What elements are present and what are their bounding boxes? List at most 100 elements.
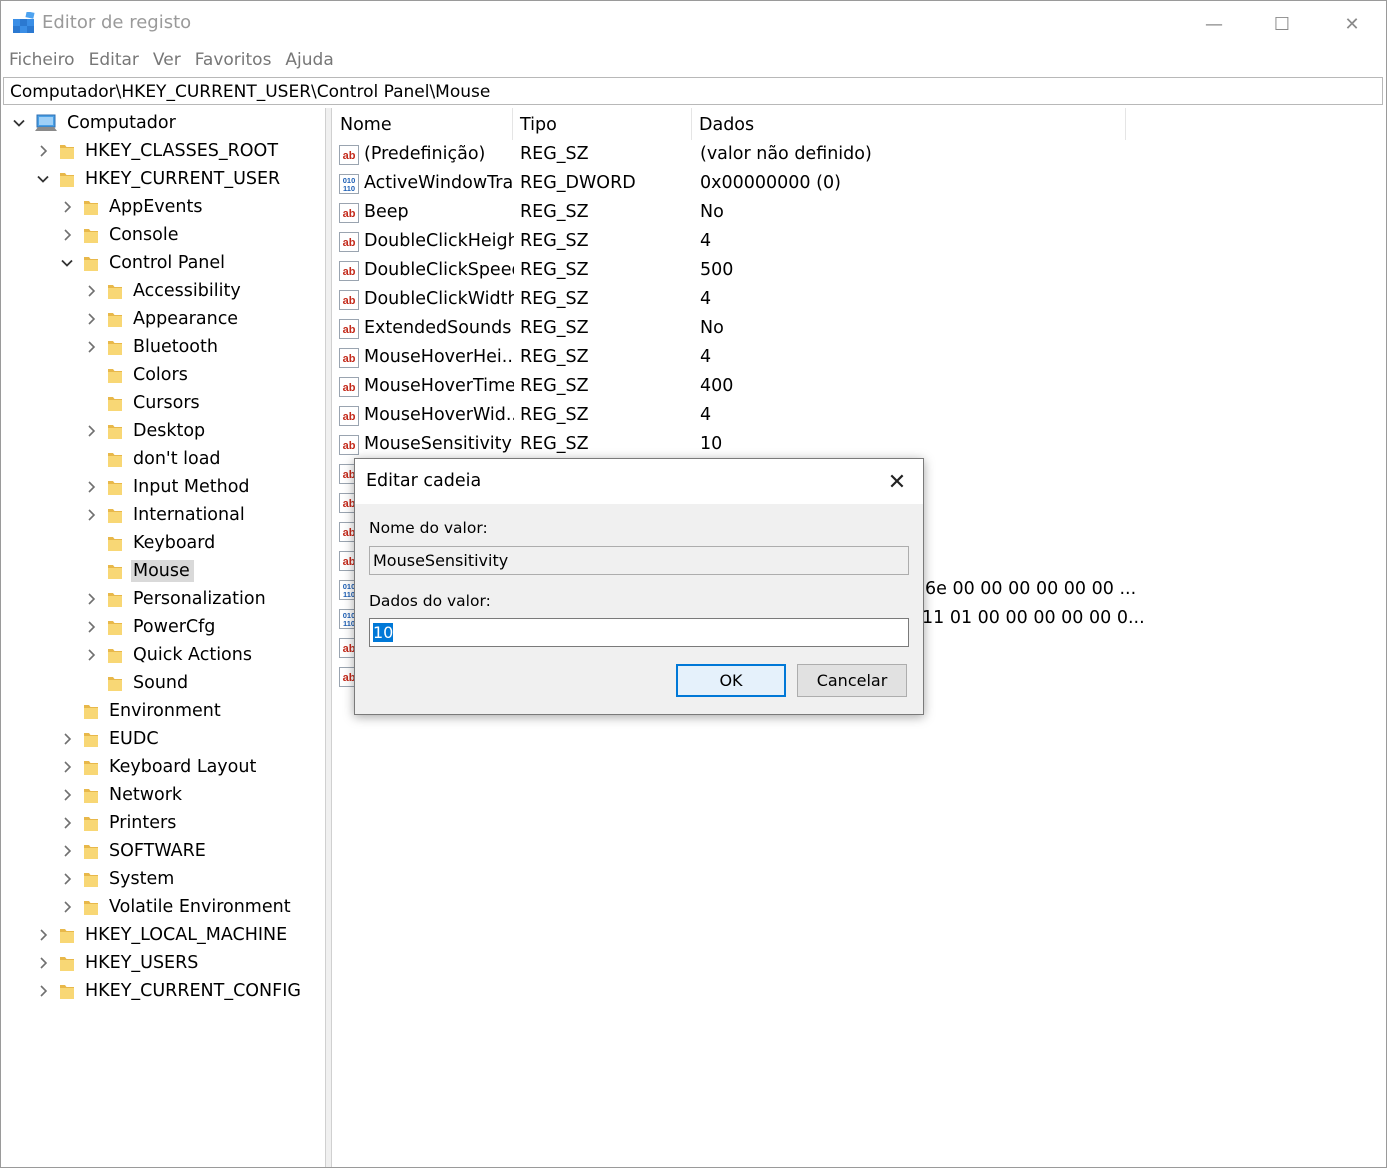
minimize-button[interactable]: —: [1179, 1, 1249, 47]
tree-item[interactable]: Keyboard Layout: [59, 753, 260, 781]
tree-item[interactable]: Network: [59, 781, 186, 809]
tree-item[interactable]: AppEvents: [59, 193, 206, 221]
value-row[interactable]: ab Beep REG_SZ No: [333, 199, 1383, 228]
value-row[interactable]: ab DoubleClickWidth REG_SZ 4: [333, 286, 1383, 315]
value-data-cell: 500: [700, 260, 734, 280]
tree-item[interactable]: Mouse: [83, 557, 194, 585]
tree-item[interactable]: don't load: [83, 445, 225, 473]
chevron-down-icon[interactable]: [35, 171, 51, 187]
chevron-right-icon[interactable]: [35, 143, 51, 159]
chevron-right-icon[interactable]: [83, 283, 99, 299]
chevron-right-icon[interactable]: [59, 731, 75, 747]
value-data-field[interactable]: 10: [369, 618, 909, 647]
tree-item[interactable]: Control Panel: [59, 249, 229, 277]
tree-item[interactable]: Appearance: [83, 305, 242, 333]
ok-button[interactable]: OK: [676, 664, 786, 697]
string-value-icon: ab: [339, 232, 359, 252]
tree-item[interactable]: EUDC: [59, 725, 163, 753]
tree-item-label: Sound: [133, 673, 189, 693]
svg-text:110: 110: [343, 184, 355, 193]
folder-icon: [83, 198, 99, 216]
chevron-right-icon[interactable]: [83, 423, 99, 439]
address-bar[interactable]: Computador\HKEY_CURRENT_USER\Control Pan…: [3, 77, 1383, 105]
column-header-tipo[interactable]: Tipo: [513, 108, 692, 140]
string-value-icon: ab: [339, 435, 359, 455]
chevron-right-icon[interactable]: [59, 815, 75, 831]
chevron-right-icon[interactable]: [83, 591, 99, 607]
value-row[interactable]: ab MouseHoverWid... REG_SZ 4: [333, 402, 1383, 431]
chevron-right-icon[interactable]: [83, 479, 99, 495]
tree-item[interactable]: Volatile Environment: [59, 893, 295, 921]
tree-item[interactable]: HKEY_USERS: [35, 949, 202, 977]
chevron-right-icon[interactable]: [59, 843, 75, 859]
chevron-right-icon[interactable]: [83, 507, 99, 523]
chevron-right-icon[interactable]: [35, 955, 51, 971]
column-header-nome[interactable]: Nome: [333, 108, 513, 140]
tree-item[interactable]: Personalization: [83, 585, 270, 613]
tree-item[interactable]: Sound: [83, 669, 192, 697]
chevron-down-icon[interactable]: [11, 115, 27, 131]
key-tree[interactable]: Computador HKEY_CLASSES_ROOT HKEY_CURRENT_…: [3, 108, 326, 1167]
tree-item[interactable]: Desktop: [83, 417, 209, 445]
chevron-right-icon[interactable]: [59, 199, 75, 215]
pane-splitter[interactable]: [326, 108, 332, 1167]
chevron-right-icon[interactable]: [35, 983, 51, 999]
chevron-right-icon[interactable]: [59, 227, 75, 243]
value-name-label: Nome do valor:: [369, 519, 488, 537]
chevron-right-icon[interactable]: [83, 647, 99, 663]
window-title: Editor de registo: [42, 12, 192, 33]
tree-item[interactable]: HKEY_CLASSES_ROOT: [35, 137, 282, 165]
value-row[interactable]: ab DoubleClickHeight REG_SZ 4: [333, 228, 1383, 257]
menu-favoritos[interactable]: Favoritos: [188, 47, 279, 75]
chevron-right-icon[interactable]: [35, 927, 51, 943]
value-row[interactable]: ab MouseHoverHei... REG_SZ 4: [333, 344, 1383, 373]
value-name-cell: MouseHoverWid...: [364, 405, 514, 425]
tree-item[interactable]: Keyboard: [83, 529, 219, 557]
maximize-button[interactable]: ☐: [1247, 1, 1317, 47]
tree-item[interactable]: Input Method: [83, 473, 254, 501]
tree-item-label: Cursors: [133, 393, 200, 413]
chevron-right-icon[interactable]: [59, 899, 75, 915]
chevron-right-icon[interactable]: [83, 619, 99, 635]
tree-item[interactable]: Computador: [11, 109, 180, 137]
tree-item[interactable]: Cursors: [83, 389, 204, 417]
tree-item[interactable]: PowerCfg: [83, 613, 219, 641]
tree-item[interactable]: Printers: [59, 809, 180, 837]
tree-item[interactable]: Environment: [59, 697, 225, 725]
cancel-button[interactable]: Cancelar: [797, 664, 907, 697]
chevron-right-icon[interactable]: [83, 311, 99, 327]
close-button[interactable]: ✕: [1317, 1, 1386, 47]
tree-item[interactable]: Accessibility: [83, 277, 245, 305]
folder-icon: [59, 170, 75, 188]
tree-item-label: don't load: [133, 449, 221, 469]
dialog-close-button[interactable]: ✕: [877, 467, 917, 497]
value-row[interactable]: ab DoubleClickSpeed REG_SZ 500: [333, 257, 1383, 286]
chevron-down-icon[interactable]: [59, 255, 75, 271]
tree-item[interactable]: Colors: [83, 361, 192, 389]
value-row[interactable]: 010 110 ActiveWindowTra... REG_DWORD 0x00000…: [333, 170, 1383, 199]
tree-item[interactable]: HKEY_LOCAL_MACHINE: [35, 921, 291, 949]
folder-icon: [107, 338, 123, 356]
tree-item[interactable]: SOFTWARE: [59, 837, 210, 865]
menu-ver[interactable]: Ver: [146, 47, 188, 75]
tree-item[interactable]: HKEY_CURRENT_USER: [35, 165, 284, 193]
tree-item[interactable]: Console: [59, 221, 182, 249]
value-row[interactable]: ab MouseSensitivity REG_SZ 10: [333, 431, 1383, 460]
tree-item[interactable]: HKEY_CURRENT_CONFIG: [35, 977, 305, 1005]
menu-ajuda[interactable]: Ajuda: [278, 47, 340, 75]
menu-ficheiro[interactable]: Ficheiro: [1, 47, 82, 75]
tree-item[interactable]: Quick Actions: [83, 641, 256, 669]
value-row[interactable]: ab (Predefinição) REG_SZ (valor não definid…: [333, 141, 1383, 170]
column-header-dados[interactable]: Dados: [692, 108, 1126, 140]
chevron-right-icon[interactable]: [59, 759, 75, 775]
tree-item[interactable]: International: [83, 501, 249, 529]
chevron-right-icon[interactable]: [59, 787, 75, 803]
value-row[interactable]: ab ExtendedSounds REG_SZ No: [333, 315, 1383, 344]
tree-item[interactable]: System: [59, 865, 178, 893]
folder-icon: [59, 142, 75, 160]
value-row[interactable]: ab MouseHoverTime REG_SZ 400: [333, 373, 1383, 402]
menu-editar[interactable]: Editar: [82, 47, 146, 75]
tree-item[interactable]: Bluetooth: [83, 333, 222, 361]
chevron-right-icon[interactable]: [83, 339, 99, 355]
chevron-right-icon[interactable]: [59, 871, 75, 887]
